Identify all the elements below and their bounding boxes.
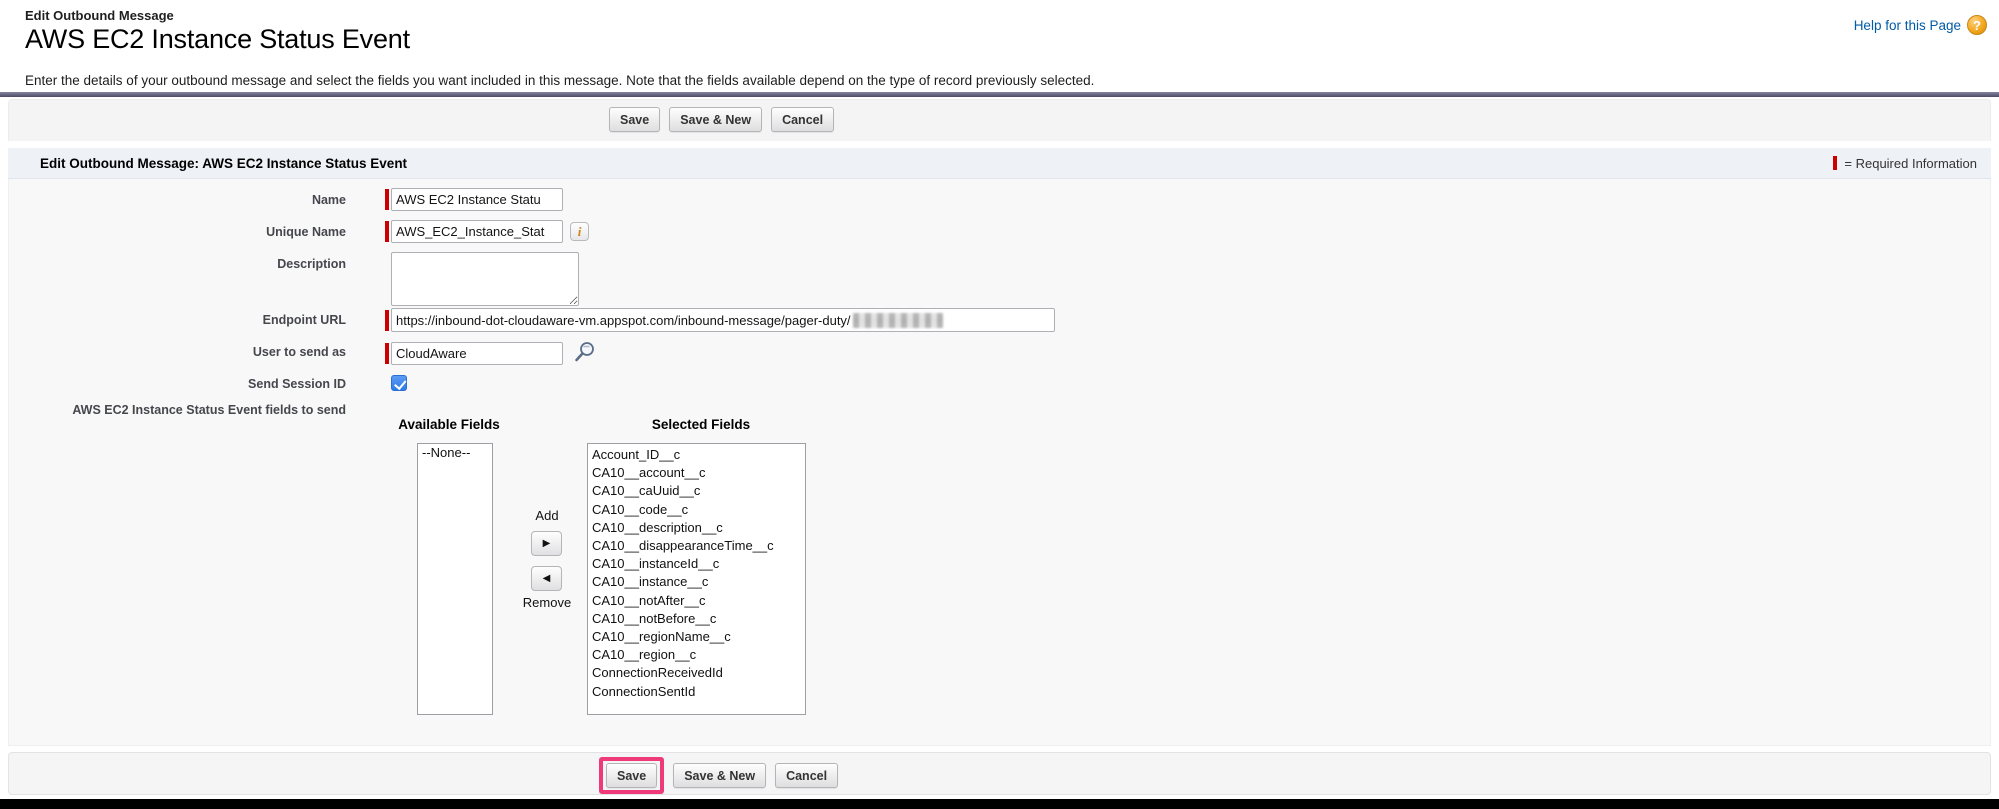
list-option[interactable]: CA10__instanceId__c xyxy=(588,555,805,573)
save-and-new-button[interactable]: Save & New xyxy=(669,107,762,132)
send-session-id-checkbox[interactable] xyxy=(391,375,407,391)
edit-form: Name Unique Name i Description Endpoint … xyxy=(8,179,1991,746)
list-option[interactable]: CA10__region__c xyxy=(588,646,805,664)
list-option[interactable]: CA10__code__c xyxy=(588,501,805,519)
page-title: AWS EC2 Instance Status Event xyxy=(25,24,410,55)
lookup-magnifier-icon[interactable] xyxy=(572,340,598,366)
list-option[interactable]: CA10__description__c xyxy=(588,519,805,537)
required-bar-icon xyxy=(385,343,389,364)
header-separator xyxy=(0,92,1999,97)
selected-fields-header: Selected Fields xyxy=(626,417,776,432)
list-option[interactable]: CA10__account__c xyxy=(588,464,805,482)
description-textarea[interactable] xyxy=(391,252,579,306)
help-area: Help for this Page ? xyxy=(1854,15,1987,35)
list-option[interactable]: CA10__notAfter__c xyxy=(588,592,805,610)
required-bar-icon xyxy=(1833,156,1837,170)
help-question-icon[interactable]: ? xyxy=(1967,15,1987,35)
remove-label: Remove xyxy=(514,595,580,610)
list-option[interactable]: CA10__notBefore__c xyxy=(588,610,805,628)
add-arrow-button[interactable]: ▶ xyxy=(531,531,562,556)
list-option[interactable]: Account_ID__c xyxy=(588,446,805,464)
info-icon[interactable]: i xyxy=(570,222,589,241)
section-title: Edit Outbound Message: AWS EC2 Instance … xyxy=(40,156,407,171)
available-fields-header: Available Fields xyxy=(374,417,524,432)
page-instructions: Enter the details of your outbound messa… xyxy=(25,73,1094,88)
breadcrumb: Edit Outbound Message xyxy=(25,8,410,23)
user-to-send-as-label: User to send as xyxy=(9,345,346,359)
list-option[interactable]: CA10__regionName__c xyxy=(588,628,805,646)
endpoint-url-label: Endpoint URL xyxy=(9,313,346,327)
section-header: Edit Outbound Message: AWS EC2 Instance … xyxy=(8,148,1991,179)
top-button-bar: Save Save & New Cancel xyxy=(8,99,1991,141)
send-session-id-label: Send Session ID xyxy=(9,377,346,391)
edit-outbound-message-page: Edit Outbound Message AWS EC2 Instance S… xyxy=(0,0,1999,809)
save-button[interactable]: Save xyxy=(609,107,660,132)
available-fields-listbox[interactable]: --None-- xyxy=(417,443,493,715)
add-label: Add xyxy=(514,508,580,523)
required-information-legend: = Required Information xyxy=(1833,156,1977,171)
save-button[interactable]: Save xyxy=(606,763,657,788)
list-option[interactable]: ConnectionSentId xyxy=(588,683,805,701)
bottom-button-bar: Save Save & New Cancel xyxy=(8,752,1991,795)
list-option[interactable]: --None-- xyxy=(418,444,492,462)
selected-fields-listbox[interactable]: Account_ID__c CA10__account__c CA10__caU… xyxy=(587,443,806,715)
name-label: Name xyxy=(9,193,346,207)
required-legend-text: = Required Information xyxy=(1844,156,1977,171)
save-button-highlight: Save xyxy=(599,757,664,794)
list-option[interactable]: ConnectionReceivedId xyxy=(588,664,805,682)
endpoint-url-value: https://inbound-dot-cloudaware-vm.appspo… xyxy=(396,313,851,328)
cancel-button[interactable]: Cancel xyxy=(771,107,834,132)
user-to-send-as-input[interactable] xyxy=(391,342,563,365)
endpoint-url-input[interactable]: https://inbound-dot-cloudaware-vm.appspo… xyxy=(391,308,1055,332)
unique-name-input[interactable] xyxy=(391,220,563,243)
list-option[interactable]: CA10__disappearanceTime__c xyxy=(588,537,805,555)
help-for-this-page-link[interactable]: Help for this Page xyxy=(1854,18,1961,33)
required-bar-icon xyxy=(385,189,389,210)
fields-to-send-label: AWS EC2 Instance Status Event fields to … xyxy=(9,403,346,417)
list-option[interactable]: CA10__instance__c xyxy=(588,573,805,591)
save-and-new-button[interactable]: Save & New xyxy=(673,763,766,788)
name-input[interactable] xyxy=(391,188,563,211)
page-header: Edit Outbound Message AWS EC2 Instance S… xyxy=(25,8,410,55)
remove-arrow-button[interactable]: ◀ xyxy=(531,566,562,591)
list-option[interactable]: CA10__caUuid__c xyxy=(588,482,805,500)
cancel-button[interactable]: Cancel xyxy=(775,763,838,788)
description-label: Description xyxy=(9,257,346,271)
redacted-token xyxy=(853,313,943,328)
unique-name-label: Unique Name xyxy=(9,225,346,239)
required-bar-icon xyxy=(385,310,389,331)
window-bottom-edge xyxy=(0,799,1999,809)
required-bar-icon xyxy=(385,221,389,242)
